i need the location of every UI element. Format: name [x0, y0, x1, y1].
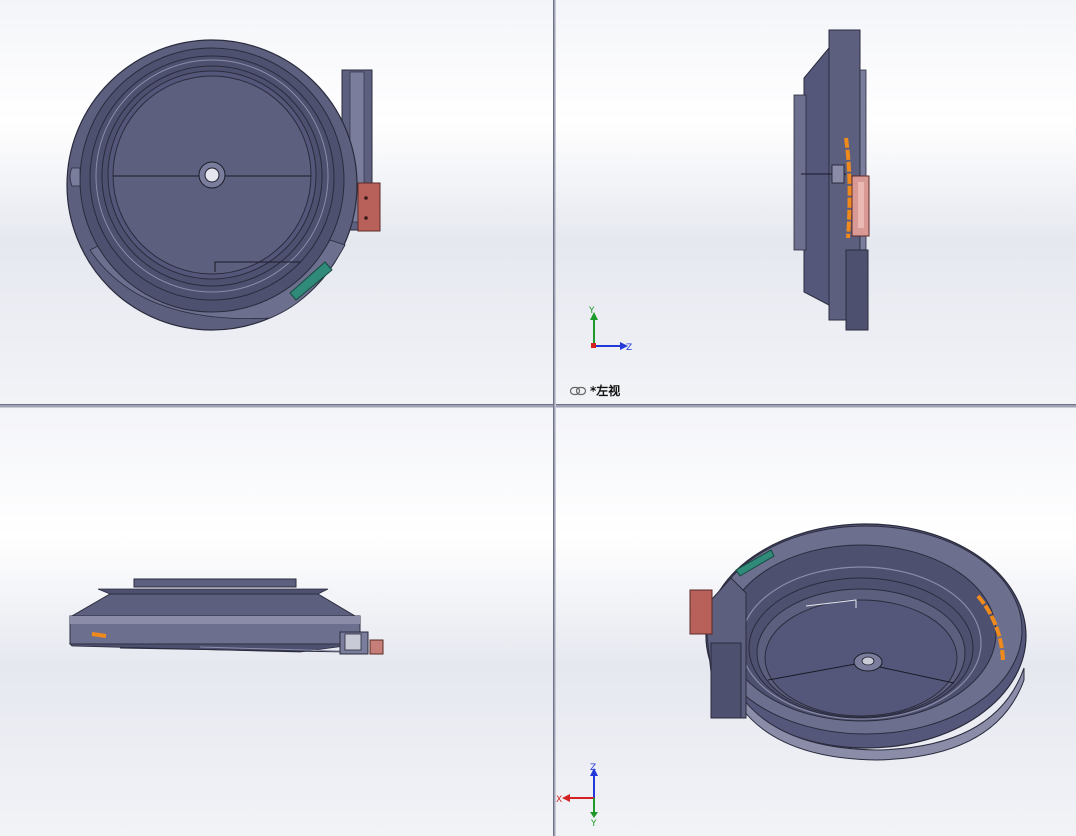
link-icon [570, 386, 586, 395]
left-view-drawing: Y Z [588, 29, 870, 353]
viewport-top[interactable] [0, 408, 553, 836]
axis-triad-iso [562, 768, 598, 818]
view-name-text: *左视 [590, 384, 621, 398]
horizontal-splitter[interactable] [0, 404, 1076, 408]
top-view-drawing [69, 578, 384, 655]
copper-block-iso [689, 589, 713, 635]
isometric-view-drawing: Z X Y [556, 523, 1027, 829]
axis-y-label: Y [588, 306, 595, 316]
viewport-left[interactable]: Y Z *左视 [556, 0, 1076, 404]
copper-block-top [369, 639, 384, 655]
orange-mark [91, 632, 107, 638]
viewport-isometric[interactable]: Z X Y [556, 408, 1076, 836]
viewport-front[interactable] [0, 0, 553, 404]
axis-triad-left [590, 312, 628, 350]
vertical-splitter[interactable] [553, 0, 556, 836]
axis-x-label-iso: X [556, 795, 562, 805]
front-view-drawing [66, 39, 381, 331]
axis-y-label-iso: Y [590, 819, 597, 829]
view-name-label[interactable]: *左视 [570, 382, 620, 399]
copper-block [357, 182, 381, 232]
axis-z-label-iso: Z [590, 763, 596, 773]
axis-z-label: Z [626, 343, 632, 353]
